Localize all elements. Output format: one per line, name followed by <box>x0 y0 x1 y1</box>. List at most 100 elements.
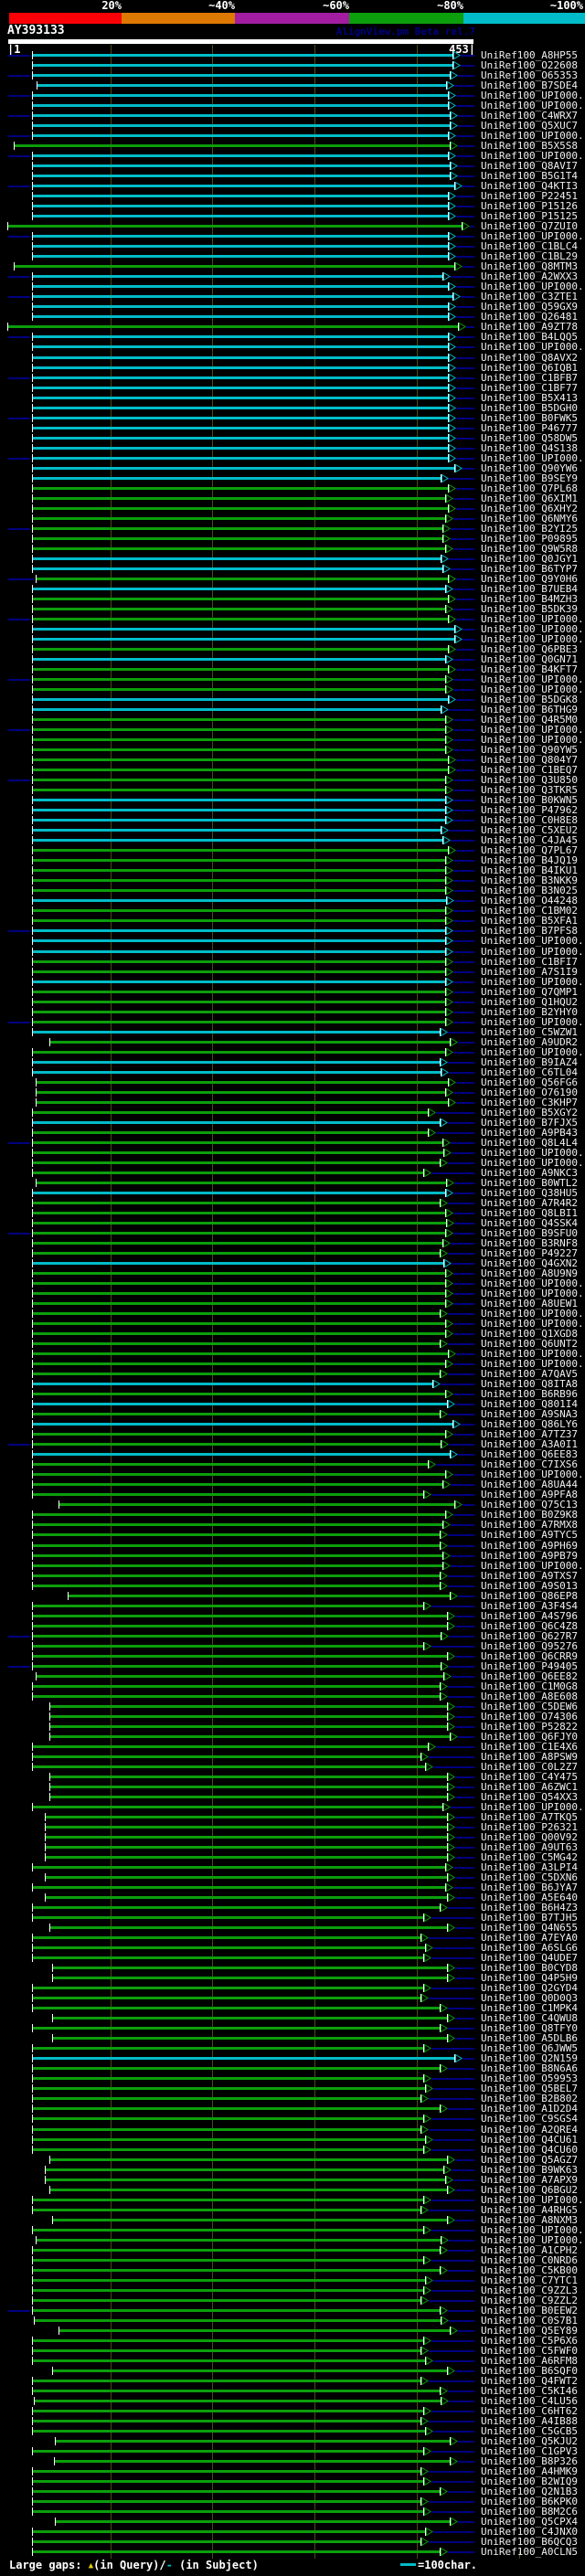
subject-right-overhang <box>463 639 474 641</box>
alignment-bar <box>33 64 453 67</box>
subject-right-overhang <box>455 1716 474 1718</box>
subject-right-overhang <box>452 1676 474 1678</box>
subject-label[interactable]: UniRef100_C9SGS4 <box>481 2114 578 2124</box>
subject-label[interactable]: UniRef100_UPI000.. <box>481 936 585 946</box>
subject-left-overhang <box>8 377 30 379</box>
arrowhead-icon <box>420 2125 429 2134</box>
alignment-bar <box>33 1342 441 1345</box>
arrowhead-icon <box>445 1320 453 1328</box>
arrowhead-icon <box>452 61 461 69</box>
alignment-bar <box>33 1523 443 1526</box>
alignment-bar <box>46 1846 448 1849</box>
arrowhead-icon <box>447 1833 455 1841</box>
alignment-bar <box>33 2450 424 2453</box>
subject-right-overhang <box>463 266 474 268</box>
arrowhead-icon <box>445 816 453 824</box>
alignment-bar <box>33 1232 446 1235</box>
subject-right-overhang <box>453 951 474 953</box>
subject-right-overhang <box>453 810 474 811</box>
subject-right-overhang <box>458 125 474 127</box>
subject-right-overhang <box>453 870 474 872</box>
alignment-bar <box>33 54 453 57</box>
scale-dash-icon <box>400 2563 416 2566</box>
subject-right-overhang <box>429 2210 474 2211</box>
alignment-bar <box>33 1755 421 1758</box>
subject-right-overhang <box>453 991 474 993</box>
alignment-bar <box>33 748 446 751</box>
subject-right-overhang <box>452 1263 474 1265</box>
subject-label[interactable]: UniRef100_UPI000.. <box>481 342 585 352</box>
alignment-bar <box>46 1836 448 1839</box>
alignment-bar <box>33 547 446 550</box>
arrowhead-icon <box>447 2186 455 2194</box>
alignment-bar <box>33 859 446 862</box>
arrowhead-icon <box>450 2437 458 2445</box>
identity-scale-segment-green <box>349 13 463 24</box>
arrowhead-icon <box>440 2104 448 2113</box>
arrowhead-icon <box>448 354 456 362</box>
subject-right-overhang <box>448 1686 474 1688</box>
arrowhead-icon <box>447 1853 455 1861</box>
arrowhead-icon <box>442 525 451 533</box>
subject-left-overhang <box>8 578 34 580</box>
alignment-bar <box>33 2530 426 2533</box>
alignment-bar <box>33 1695 441 1698</box>
subject-right-overhang <box>448 1545 474 1547</box>
alignment-bar <box>33 447 449 450</box>
arrowhead-icon <box>423 2407 431 2415</box>
subject-right-overhang <box>431 2511 474 2513</box>
alignment-bar <box>33 1192 446 1194</box>
subject-right-overhang <box>453 1273 474 1275</box>
subject-right-overhang <box>431 2118 474 2120</box>
subject-right-overhang <box>451 840 474 842</box>
identity-scale-segment-purple <box>235 13 349 24</box>
arrowhead-icon <box>445 906 453 915</box>
arrowhead-icon <box>447 1823 455 1831</box>
alignment-bar <box>33 2107 441 2110</box>
alignment-bar <box>33 2279 426 2282</box>
alignment-bar <box>33 94 449 97</box>
subject-label[interactable]: UniRef100_A9TYC5 <box>481 1530 578 1540</box>
arrowhead-icon <box>442 1480 451 1489</box>
arrowhead-icon <box>445 1269 453 1277</box>
subject-right-overhang <box>455 2220 474 2221</box>
subject-right-overhang <box>453 1394 474 1395</box>
alignment-bar <box>33 1423 453 1426</box>
alignment-bar <box>50 1796 448 1798</box>
alignment-bar <box>33 345 449 348</box>
subject-right-overhang <box>455 1726 474 1728</box>
alignment-bar <box>33 527 443 530</box>
alignment-bar <box>33 2299 421 2302</box>
subject-right-overhang <box>448 1203 474 1204</box>
alignment-bar <box>33 245 449 248</box>
arrowhead-icon <box>441 1632 449 1640</box>
subject-right-overhang <box>448 1585 474 1587</box>
subject-right-overhang <box>454 900 474 902</box>
subject-right-overhang <box>466 326 474 328</box>
subject-label[interactable]: UniRef100_A0CLN5 <box>481 2547 578 2557</box>
subject-right-overhang <box>429 1937 474 1939</box>
alignment-bar <box>50 1926 448 1929</box>
arrowhead-icon <box>448 575 456 583</box>
arrowhead-icon <box>440 1340 448 1348</box>
subject-right-overhang <box>453 890 474 892</box>
subject-right-overhang <box>456 408 474 409</box>
alignment-bar <box>46 1816 448 1818</box>
gap-legend: Large gaps: ▲(in Query)/- (in Subject) <box>9 2560 259 2571</box>
arrowhead-icon <box>445 1209 453 1217</box>
subject-right-overhang <box>458 115 474 117</box>
arrowhead-icon <box>448 444 456 452</box>
arrowhead-icon <box>454 182 463 190</box>
arrowhead-icon <box>423 1169 431 1177</box>
arrowhead-icon <box>450 172 458 180</box>
alignment-bar <box>33 2027 441 2030</box>
subject-right-overhang <box>456 458 474 460</box>
arrowhead-icon <box>448 595 456 603</box>
arrowhead-icon <box>420 2497 429 2506</box>
subject-right-overhang <box>449 2240 474 2242</box>
arrowhead-icon <box>448 333 456 341</box>
subject-right-overhang <box>453 790 474 791</box>
subject-right-overhang <box>458 1454 474 1456</box>
arrowhead-icon <box>448 91 456 100</box>
alignment-bar <box>33 2359 426 2362</box>
